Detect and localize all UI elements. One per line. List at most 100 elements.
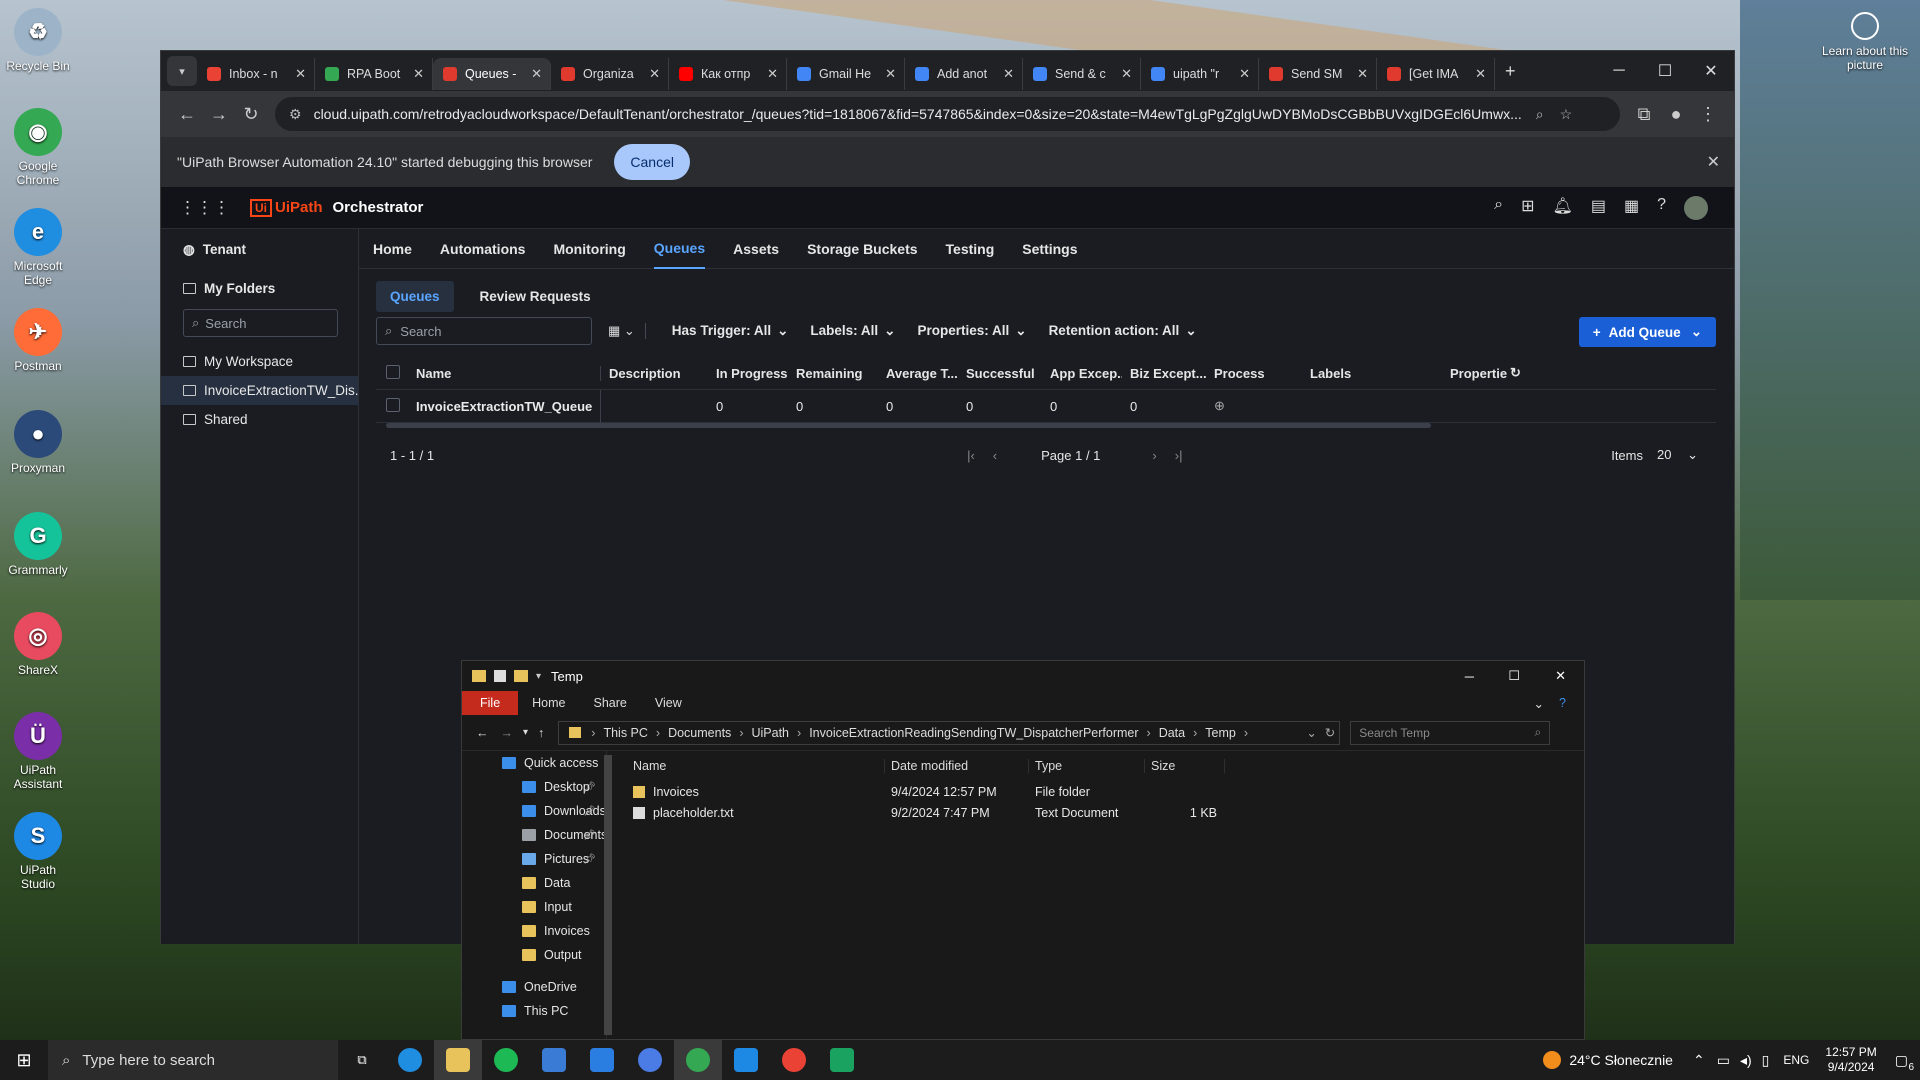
minimize-button[interactable]: ─ [1465,669,1474,684]
nav-scrollbar[interactable] [604,755,612,1035]
media-player-taskbar-icon[interactable] [818,1040,866,1080]
path-separator-icon[interactable]: › [656,726,660,740]
close-window-button[interactable]: ✕ [1555,668,1566,684]
mail-taskbar-icon[interactable] [578,1040,626,1080]
column-header[interactable]: Average T... [878,366,958,381]
help-icon[interactable]: ? [1657,196,1666,220]
menu-icon[interactable]: ⋮ [1692,98,1724,130]
my-folders-item[interactable]: My Folders [161,274,358,303]
browser-tab[interactable]: Send SM ✕ [1259,58,1377,90]
close-infobar-icon[interactable]: ✕ [1707,152,1720,172]
path-separator-icon[interactable]: › [1147,726,1151,740]
close-tab-icon[interactable]: ✕ [885,66,896,82]
filter-dropdown[interactable]: Properties: All ⌄ [917,323,1026,339]
column-header[interactable]: Biz Except... [1122,366,1206,381]
browser-tab[interactable]: Gmail He ✕ [787,58,905,90]
avatar[interactable] [1684,195,1708,220]
column-header[interactable]: In Progress [708,366,788,381]
tray-chevron-icon[interactable]: ⌃ [1693,1052,1705,1069]
close-tab-icon[interactable]: ✕ [1003,66,1014,82]
browser-tab[interactable]: Send & c ✕ [1023,58,1141,90]
nav-pane-item[interactable]: Output [462,943,606,967]
table-cell-name[interactable]: InvoiceExtractionTW_Queue [408,399,600,414]
path-segment[interactable]: Data [1159,726,1185,740]
nav-pane-item[interactable]: OneDrive [462,975,606,999]
back-icon[interactable]: ← [171,98,203,130]
nav-pane-item[interactable]: Documents 📌︎ [462,823,607,847]
nav-tab[interactable]: Home [373,230,412,268]
nav-pane-item[interactable]: Data [462,871,606,895]
reload-icon[interactable]: ↻ [235,98,267,130]
folder-search-input[interactable]: ⌕ Search [183,309,338,337]
nav-pane-item[interactable]: This PC [462,999,606,1023]
task-view-icon[interactable]: ⧉ [338,1040,386,1080]
desktop-icon[interactable]: ♻ Recycle Bin [4,8,72,73]
prev-page-button[interactable]: ‹ [993,448,997,463]
path-segment[interactable]: Documents [668,726,731,740]
desktop-icon[interactable]: G Grammarly [4,512,72,577]
file-column-header[interactable]: Type [1029,759,1145,773]
select-all-checkbox[interactable] [376,364,408,382]
path-segment[interactable]: This PC [603,726,647,740]
file-row[interactable]: placeholder.txt 9/2/2024 7:47 PM Text Docu… [627,802,1584,823]
learn-about-picture[interactable]: Learn about this picture [1820,12,1910,72]
browser-tab[interactable]: Queues - ✕ [433,58,551,90]
refresh-icon[interactable]: ↻ [1325,725,1335,740]
column-header[interactable]: Remaining [788,366,878,381]
up-icon[interactable]: ↑ [532,726,550,740]
properties-icon[interactable] [494,670,506,682]
docs-icon[interactable]: ▤ [1591,196,1606,220]
zoom-icon[interactable]: ⌕ [1536,106,1544,123]
nav-tab[interactable]: Storage Buckets [807,230,917,268]
bookmark-star-icon[interactable]: ☆ [1560,106,1573,123]
new-tab-button[interactable]: + [1505,61,1516,82]
folder-item[interactable]: My Workspace [161,347,358,376]
first-page-button[interactable]: |‹ [967,448,975,463]
column-header[interactable]: Propertie [1442,366,1510,381]
nav-tab[interactable]: Monitoring [553,230,625,268]
close-tab-icon[interactable]: ✕ [767,66,778,82]
path-segment[interactable]: Temp [1205,726,1236,740]
notification-center-icon[interactable]: ▢ 6 [1895,1052,1914,1073]
path-separator-icon[interactable]: › [1244,726,1248,740]
chrome-taskbar-icon[interactable] [674,1040,722,1080]
desktop-icon[interactable]: e Microsoft Edge [4,208,72,287]
table-row[interactable]: InvoiceExtractionTW_Queue 0 0 0 0 0 0 ⊕ [376,389,1716,423]
explorer-path-bar[interactable]: › This PC › Documents › UiPath › InvoiceExtract… [558,720,1341,745]
column-header[interactable]: Successful [958,366,1042,381]
close-window-button[interactable]: ✕ [1688,51,1734,91]
desktop-icon[interactable]: S UiPath Studio [4,812,72,891]
close-tab-icon[interactable]: ✕ [1121,66,1132,82]
sub-tab[interactable]: Review Requests [466,281,605,312]
column-header[interactable]: App Excep... [1042,366,1122,381]
nav-pane-item[interactable]: Input [462,895,606,919]
qat-dropdown-icon[interactable]: ▾ [536,671,541,682]
folder-item[interactable]: Shared [161,405,358,434]
weather-icon[interactable] [1543,1051,1562,1069]
weather-text[interactable]: 24°C Słonecznie [1569,1052,1673,1068]
nav-tab[interactable]: Automations [440,230,526,268]
language-indicator[interactable]: ENG [1783,1053,1809,1067]
add-process-icon[interactable]: ⊕ [1206,398,1302,414]
close-tab-icon[interactable]: ✕ [1357,66,1368,82]
refresh-icon[interactable]: ↻ [1510,365,1534,381]
ribbon-tab[interactable]: View [641,696,696,710]
browser-tab[interactable]: [Get IMA ✕ [1377,58,1495,90]
chrome-profile-taskbar-icon[interactable] [770,1040,818,1080]
spotify-taskbar-icon[interactable] [482,1040,530,1080]
nav-tab[interactable]: Testing [946,230,995,268]
taskbar-search-input[interactable]: ⌕ Type here to search [48,1040,338,1080]
clock[interactable]: 12:57 PM 9/4/2024 [1825,1045,1876,1075]
add-resource-icon[interactable]: ⊞ [1521,196,1534,220]
column-picker-button[interactable]: ▦ ⌄ [608,323,635,339]
desktop-icon[interactable]: ◎ ShareX [4,612,72,677]
column-header[interactable]: Name [408,366,600,381]
site-info-icon[interactable]: ⚙ [289,106,302,123]
nav-pane-item[interactable]: Invoices [462,919,606,943]
path-separator-icon[interactable]: › [797,726,801,740]
nav-pane-item[interactable]: Pictures 📌︎ [462,847,606,871]
maximize-button[interactable]: ☐ [1642,51,1688,91]
explorer-search-input[interactable]: Search Temp ⌕ [1350,720,1551,745]
close-tab-icon[interactable]: ✕ [531,66,542,82]
browser-tab[interactable]: Add anot ✕ [905,58,1023,90]
